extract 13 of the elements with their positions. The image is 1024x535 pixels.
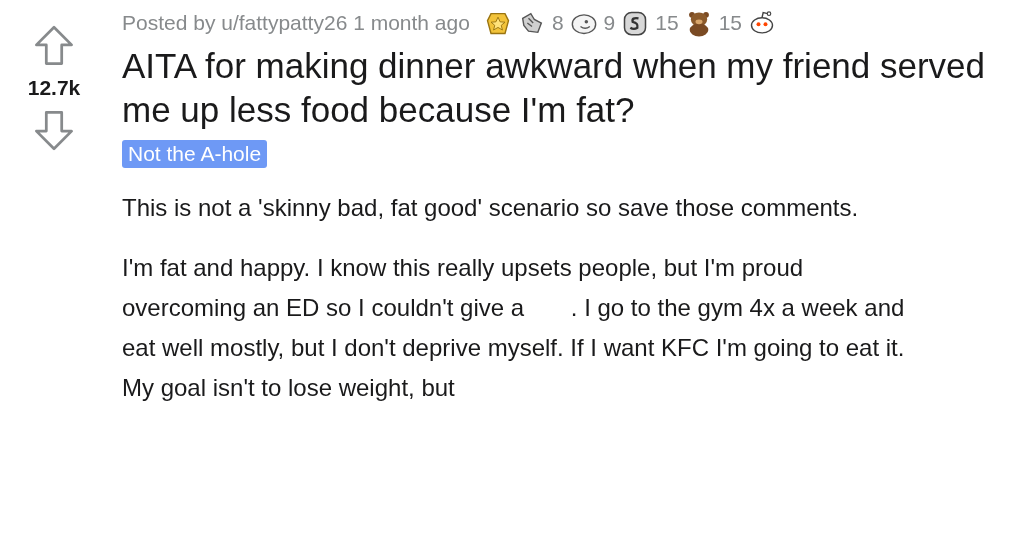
post-title[interactable]: AITA for making dinner awkward when my friend served me up less food because I'm fat?: [122, 44, 1004, 132]
downvote-icon[interactable]: [32, 108, 76, 152]
award-count: 15: [655, 11, 679, 35]
vote-score: 12.7k: [27, 76, 81, 100]
post-paragraph: I'm fat and happy. I know this really upsets people, but I'm proud overcoming an ED so I couldn't give a . I go to the gym 4x a week and eat well mostly, but I don't deprive myself. If I want KFC I'm going to eat it. My goal isn't to lose weight, but: [122, 253, 906, 403]
award-count: 9: [603, 11, 616, 35]
award-count: 15: [718, 11, 742, 35]
upvote-icon[interactable]: [32, 24, 76, 68]
award-count: 8: [551, 11, 564, 35]
post-author-line: Posted by u/fattypatty26 1 month ago: [122, 11, 470, 35]
post-flair: Not the A-hole: [122, 140, 268, 168]
alien-award-icon: [748, 9, 776, 37]
post-paragraph: This is not a 'skinny bad, fat good' scenario so save those comments.: [122, 193, 860, 223]
